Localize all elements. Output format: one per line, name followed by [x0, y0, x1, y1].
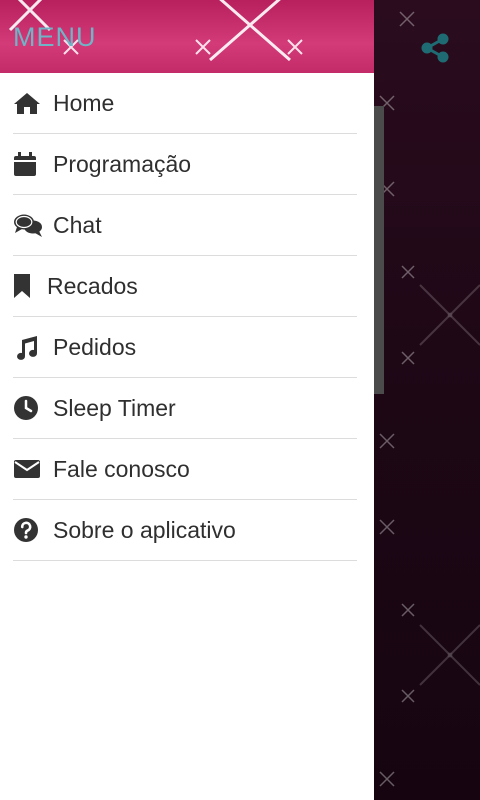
navigation-drawer: MENU Home Programação Chat Recados Pedid…: [0, 0, 374, 800]
menu-item-fale-conosco[interactable]: Fale conosco: [13, 439, 357, 500]
menu-item-label: Pedidos: [53, 333, 137, 360]
envelope-icon: [13, 454, 43, 484]
bookmark-icon: [13, 271, 35, 301]
menu-item-recados[interactable]: Recados: [13, 256, 357, 317]
home-icon: [13, 88, 43, 118]
scrollbar[interactable]: [374, 106, 384, 394]
menu-item-programacao[interactable]: Programação: [13, 134, 357, 195]
menu-item-home[interactable]: Home: [13, 73, 357, 134]
menu-item-label: Recados: [47, 272, 138, 299]
drawer-title: MENU: [13, 22, 97, 52]
clock-icon: [13, 393, 43, 423]
share-button[interactable]: [415, 28, 455, 68]
share-icon: [421, 33, 449, 63]
chat-icon: [13, 210, 43, 240]
drawer-header: MENU: [0, 0, 374, 73]
music-note-icon: [13, 332, 43, 362]
menu-item-chat[interactable]: Chat: [13, 195, 357, 256]
menu-item-sleep-timer[interactable]: Sleep Timer: [13, 378, 357, 439]
menu-item-pedidos[interactable]: Pedidos: [13, 317, 357, 378]
menu-list: Home Programação Chat Recados Pedidos Sl…: [0, 73, 374, 561]
calendar-icon: [13, 149, 43, 179]
menu-item-label: Sleep Timer: [53, 394, 176, 421]
menu-item-label: Programação: [53, 150, 192, 177]
menu-item-label: Chat: [53, 211, 102, 238]
menu-item-label: Home: [53, 89, 115, 116]
menu-item-label: Fale conosco: [53, 455, 190, 482]
question-circle-icon: [13, 515, 43, 545]
menu-item-sobre[interactable]: Sobre o aplicativo: [13, 500, 357, 561]
menu-item-label: Sobre o aplicativo: [53, 516, 236, 543]
